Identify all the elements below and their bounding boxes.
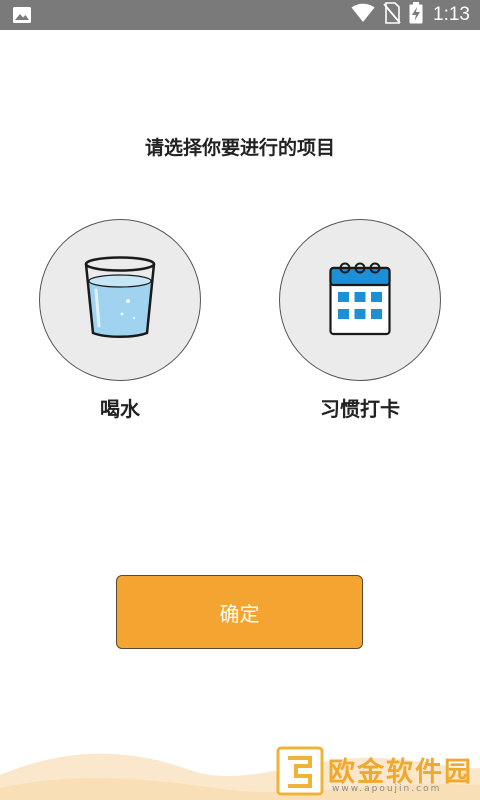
page-title: 请选择你要进行的项目 — [144, 137, 335, 159]
status-bar: 1:13 — [0, 0, 480, 30]
option-circle[interactable] — [39, 219, 201, 381]
status-time: 1:13 — [433, 4, 470, 25]
battery-charging-icon — [409, 2, 423, 28]
option-label: 习惯打卡 — [320, 397, 400, 421]
option-drink-water[interactable]: 喝水 — [39, 219, 201, 422]
no-sim-icon — [383, 2, 401, 28]
watermark-logo: 欧金软件园 www.apoujin.com — [276, 746, 476, 798]
calendar-icon — [329, 260, 391, 340]
image-icon — [12, 6, 32, 24]
option-circle[interactable] — [279, 219, 441, 381]
option-habit-checkin[interactable]: 习惯打卡 — [279, 219, 441, 422]
option-label: 喝水 — [100, 397, 140, 421]
status-icons: 1:13 — [351, 2, 470, 28]
confirm-button[interactable]: 确定 — [116, 575, 363, 649]
watermark-url: www.apoujin.com — [332, 784, 442, 794]
water-glass-icon — [84, 256, 156, 344]
wifi-icon — [351, 3, 375, 27]
app-screen: 1:13 请选择你要进行的项目 喝水 习惯打卡 确定 欧金软件园 www.apo… — [0, 0, 480, 800]
